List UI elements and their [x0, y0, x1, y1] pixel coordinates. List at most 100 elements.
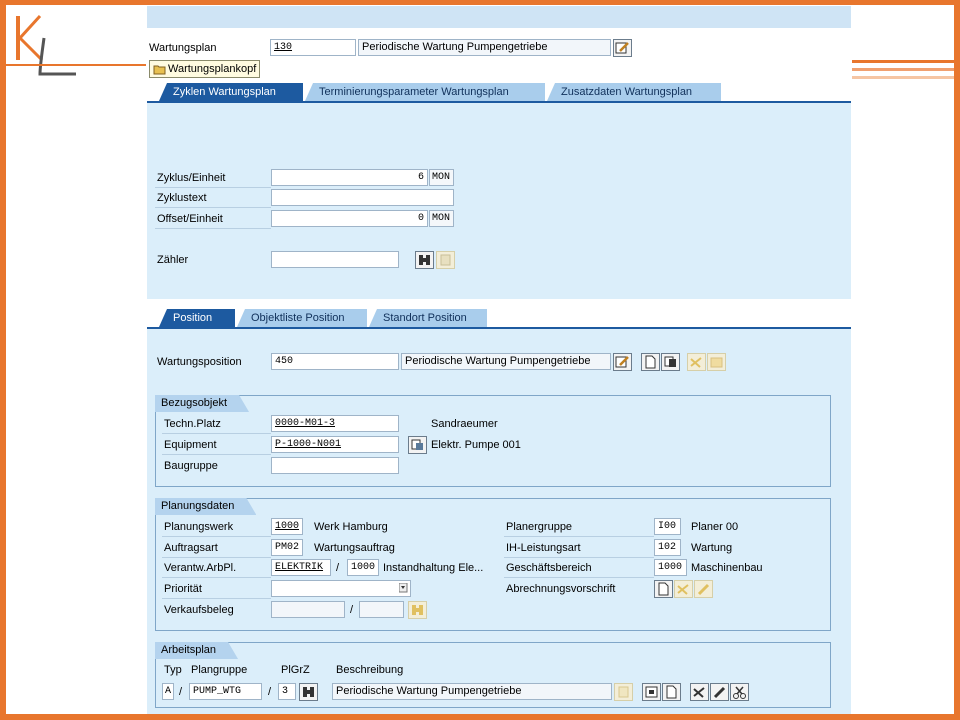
- techn-platz-label: Techn.Platz: [164, 418, 221, 430]
- arbeitsplan-create-button[interactable]: [662, 683, 681, 701]
- edit-icon: [695, 581, 712, 597]
- change-icon: [688, 354, 705, 370]
- planungswerk-field[interactable]: 1000: [271, 518, 303, 535]
- title-bar: [147, 6, 851, 28]
- arbeitsplan-cut-button[interactable]: [730, 683, 749, 701]
- tab-standort[interactable]: Standort Position: [369, 309, 487, 327]
- wartungsposition-field[interactable]: 450: [271, 353, 399, 370]
- create-icon: [655, 581, 672, 597]
- wartungsplankopf-button[interactable]: Wartungsplankopf: [149, 60, 261, 80]
- arbeitsplan-search-button[interactable]: [299, 683, 318, 701]
- offset-field[interactable]: 0: [271, 210, 428, 227]
- zyklustext-field[interactable]: [271, 189, 454, 206]
- ih-leistungsart-field[interactable]: 102: [654, 539, 681, 556]
- arbeitsplan-display-button[interactable]: [642, 683, 661, 701]
- copy-icon: [662, 354, 679, 370]
- edit-icon: [711, 684, 728, 700]
- row-divider: [162, 433, 271, 434]
- arbpl-label: Verantw.ArbPl.: [164, 562, 237, 574]
- planungswerk-label: Planungswerk: [164, 521, 234, 533]
- equipment-display-button[interactable]: [408, 436, 427, 454]
- offset-unit[interactable]: MON: [429, 210, 454, 227]
- verkaufsbeleg-label: Verkaufsbeleg: [164, 604, 234, 616]
- tab-zyklen[interactable]: Zyklen Wartungsplan: [159, 83, 303, 101]
- zyklen-panel: Zyklus/Einheit 6 MON Zyklustext Offset/E…: [147, 103, 851, 299]
- abrechnung-label: Abrechnungsvorschrift: [506, 583, 616, 595]
- zaehler-search-button[interactable]: [415, 251, 434, 269]
- col-beschreibung-header: Beschreibung: [336, 664, 404, 676]
- decor-line: [6, 64, 146, 66]
- frame-right: [954, 0, 960, 720]
- baugruppe-field[interactable]: [271, 457, 399, 474]
- plangruppe-field[interactable]: PUMP_WTG: [189, 683, 262, 700]
- zaehler-detail-button[interactable]: [436, 251, 455, 269]
- plangruppe-separator: /: [268, 686, 272, 698]
- col-plangruppe-header: Plangruppe: [191, 664, 248, 676]
- geschaeftsbereich-field[interactable]: 1000: [654, 559, 687, 576]
- dropdown-icon: [398, 582, 408, 596]
- ih-leistungsart-label: IH-Leistungsart: [506, 542, 581, 554]
- position-create-button[interactable]: [641, 353, 660, 371]
- sap-screen: Wartungsplan 130 Periodische Wartung Pum…: [147, 6, 851, 714]
- row-divider: [504, 577, 654, 578]
- arbpl-werk-field[interactable]: 1000: [347, 559, 379, 576]
- equipment-text: Elektr. Pumpe 001: [431, 439, 521, 451]
- abrechnung-change-button[interactable]: [674, 580, 693, 598]
- display-icon: [437, 252, 454, 268]
- wartungsplan-field[interactable]: 130: [270, 39, 356, 56]
- edit-icon: [614, 40, 631, 56]
- plgrz-field[interactable]: 3: [278, 683, 296, 700]
- auftragsart-field[interactable]: PM02: [271, 539, 303, 556]
- row-divider: [162, 536, 271, 537]
- verkaufsbeleg-pos-field[interactable]: [359, 601, 404, 618]
- arbeitsplan-edit-button[interactable]: [710, 683, 729, 701]
- tab-zusatzdaten[interactable]: Zusatzdaten Wartungsplan: [547, 83, 721, 101]
- row-divider: [155, 207, 271, 208]
- tab-objektliste[interactable]: Objektliste Position: [237, 309, 367, 327]
- arbeitsplan-change-button[interactable]: [690, 683, 709, 701]
- position-copy-button[interactable]: [661, 353, 680, 371]
- wartungsplankopf-label: Wartungsplankopf: [168, 63, 257, 75]
- position-change-button[interactable]: [687, 353, 706, 371]
- zaehler-label: Zähler: [157, 254, 189, 266]
- techn-platz-text: Sandraeumer: [431, 418, 498, 430]
- arbpl-field[interactable]: ELEKTRIK: [271, 559, 331, 576]
- edit-text-button[interactable]: [613, 39, 632, 57]
- folder-icon: [153, 63, 166, 80]
- prioritaet-dropdown[interactable]: [271, 580, 411, 597]
- frame-left: [0, 0, 6, 720]
- abrechnung-create-button[interactable]: [654, 580, 673, 598]
- cut-icon: [731, 684, 748, 700]
- zyklus-unit[interactable]: MON: [429, 169, 454, 186]
- frame-bottom: [0, 714, 960, 720]
- planungswerk-text: Werk Hamburg: [314, 521, 388, 533]
- tabstrip-wartungsplan: Zyklen Wartungsplan Terminierungsparamet…: [147, 83, 851, 101]
- techn-platz-field[interactable]: 0000-M01-3: [271, 415, 399, 432]
- bezugsobjekt-group: Bezugsobjekt Techn.Platz 0000-M01-3 Sand…: [155, 395, 831, 487]
- edit-icon: [614, 354, 631, 370]
- row-divider: [155, 187, 271, 188]
- zaehler-field[interactable]: [271, 251, 399, 268]
- wartungsplan-text: Periodische Wartung Pumpengetriebe: [358, 39, 611, 56]
- wartungsplan-label: Wartungsplan: [149, 42, 217, 54]
- change-icon: [675, 581, 692, 597]
- row-divider: [155, 228, 271, 229]
- position-delete-button[interactable]: [707, 353, 726, 371]
- decor-line: [852, 76, 954, 79]
- offset-label: Offset/Einheit: [157, 213, 223, 225]
- search-icon: [416, 252, 433, 268]
- typ-field[interactable]: A: [162, 683, 174, 700]
- tab-terminierungsparameter[interactable]: Terminierungsparameter Wartungsplan: [305, 83, 545, 101]
- arbeitsplan-text-button[interactable]: [614, 683, 633, 701]
- prioritaet-label: Priorität: [164, 583, 202, 595]
- zyklus-field[interactable]: 6: [271, 169, 428, 186]
- planergruppe-field[interactable]: I00: [654, 518, 681, 535]
- verkaufsbeleg-search-button[interactable]: [408, 601, 427, 619]
- equipment-field[interactable]: P-1000-N001: [271, 436, 399, 453]
- planergruppe-text: Planer 00: [691, 521, 739, 533]
- verkaufsbeleg-field[interactable]: [271, 601, 345, 618]
- position-edit-button[interactable]: [613, 353, 632, 371]
- abrechnung-edit-button[interactable]: [694, 580, 713, 598]
- tab-position[interactable]: Position: [159, 309, 235, 327]
- zyklustext-label: Zyklustext: [157, 192, 207, 204]
